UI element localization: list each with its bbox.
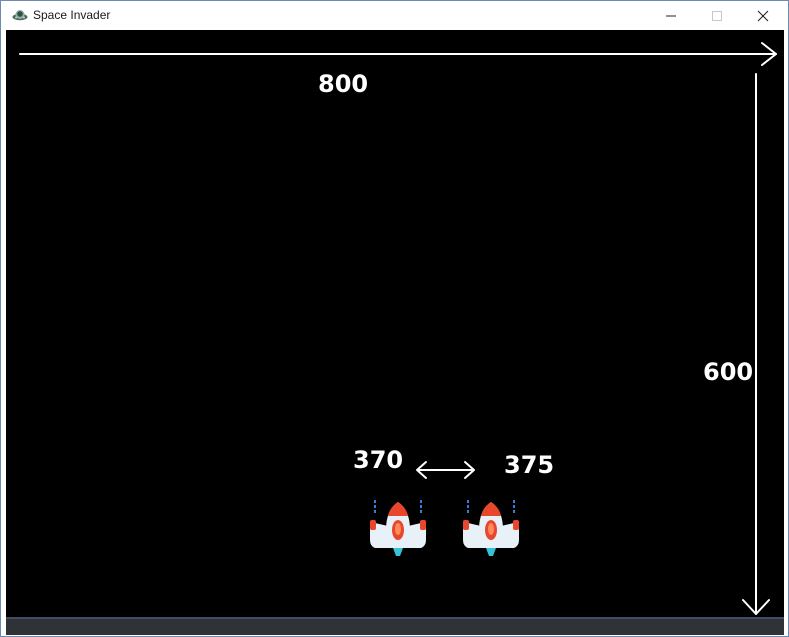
end-position-label: 375 [504,451,555,479]
maximize-icon [712,10,722,21]
window-bottom-edge [6,617,784,635]
minimize-button[interactable] [648,1,694,30]
width-arrow [19,42,777,66]
height-label: 600 [703,358,754,386]
game-canvas[interactable]: 800 600 370 375 [6,30,784,620]
start-position-label: 370 [353,446,404,474]
minimize-icon [666,15,676,16]
ufo-icon [12,10,28,21]
maximize-button[interactable] [694,1,740,30]
height-arrow [742,73,770,615]
spaceship-icon [370,500,426,556]
close-icon [757,10,769,21]
width-label: 800 [318,70,369,98]
title-bar[interactable]: Space Invader [1,1,788,30]
spaceship-icon [463,500,519,556]
close-button[interactable] [740,1,786,30]
window-title: Space Invader [33,8,111,22]
app-window: Space Invader 800 600 370 375 [0,0,789,637]
movement-arrow [416,461,475,479]
